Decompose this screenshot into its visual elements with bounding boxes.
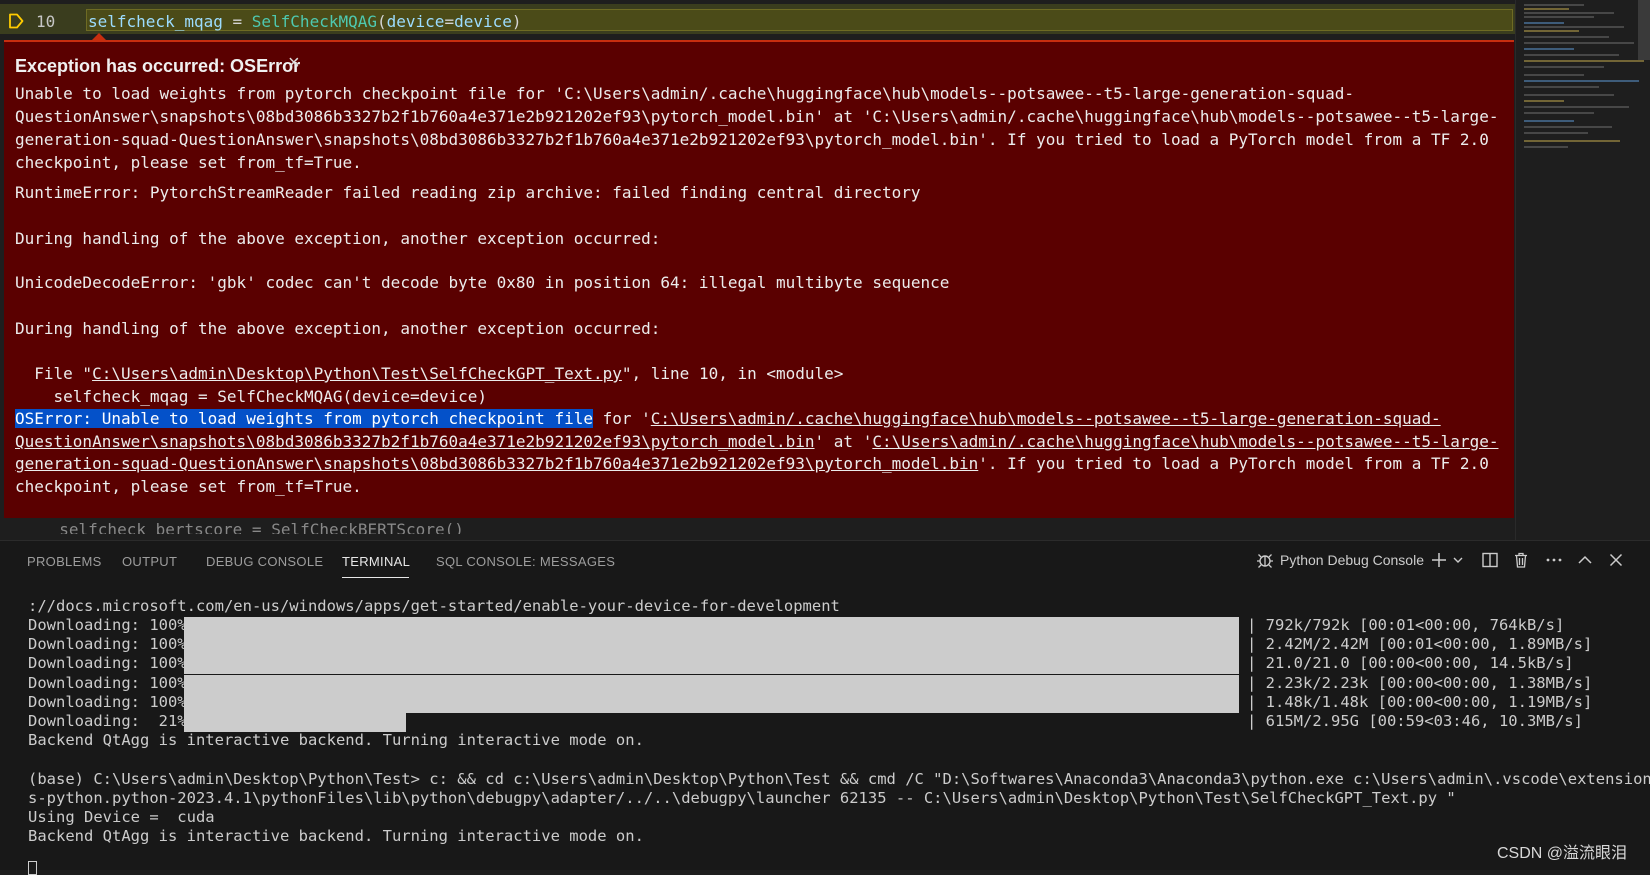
traceback-file-line: File "C:\Users\admin\Desktop\Python\Test…	[15, 364, 843, 383]
terminal-line: (base) C:\Users\admin\Desktop\Python\Tes…	[28, 770, 1650, 788]
ghost-code-line: selfcheck_bertscore = SelfCheckBERTScore…	[40, 520, 464, 534]
during-handling-line: During handling of the above exception, …	[15, 319, 661, 338]
download-stats: | 792k/792k [00:01<00:00, 764kB/s]	[1247, 616, 1565, 634]
download-stats: | 21.0/21.0 [00:00<00:00, 14.5kB/s]	[1247, 654, 1574, 673]
terminal-line: ://docs.microsoft.com/en-us/windows/apps…	[28, 597, 840, 615]
path-link[interactable]: QuestionAnswer\snapshots\08bd3086b3327b2…	[15, 432, 815, 451]
tab-debug-console[interactable]: DEBUG CONSOLE	[206, 554, 323, 569]
tab-problems[interactable]: PROBLEMS	[27, 554, 102, 569]
path-link[interactable]: C:\Users\admin/.cache\huggingface\hub\mo…	[651, 409, 1441, 428]
terminal-line: Backend QtAgg is interactive backend. Tu…	[28, 827, 644, 845]
code-eq: =	[222, 12, 252, 31]
exception-message-line: Unable to load weights from pytorch chec…	[15, 84, 1354, 103]
code-paren-close: )	[511, 12, 522, 31]
exception-message-line: checkpoint, please set from_tf=True.	[15, 153, 362, 172]
oserror-tail: '. If you tried to load a PyTorch model …	[978, 454, 1489, 473]
selected-text[interactable]: OSError: Unable to load weights from pyt…	[15, 409, 593, 428]
active-tab-indicator	[342, 577, 409, 578]
terminal-line: Backend QtAgg is interactive backend. Tu…	[28, 731, 644, 749]
debug-paused-arrow-icon	[9, 13, 24, 29]
file-suffix: ", line 10, in <module>	[621, 364, 844, 383]
editor[interactable]: 10 selfcheck_mqag = SelfCheckMQAG(device…	[0, 0, 1515, 540]
line-number: 10	[36, 12, 56, 31]
unicode-error-line: UnicodeDecodeError: 'gbk' codec can't de…	[15, 273, 950, 292]
download-progress-bar	[184, 674, 1239, 694]
oserror-at: ' at '	[814, 432, 873, 451]
path-link[interactable]: generation-squad-QuestionAnswer\snapshot…	[15, 454, 978, 473]
oserror-line: QuestionAnswer\snapshots\08bd3086b3327b2…	[15, 432, 1498, 451]
plus-icon[interactable]	[1430, 551, 1448, 569]
bottom-panel: PROBLEMS OUTPUT DEBUG CONSOLE TERMINAL S…	[0, 540, 1650, 875]
download-progress-bar	[184, 713, 406, 732]
code-text[interactable]: selfcheck_mqag = SelfCheckMQAG(device=de…	[88, 12, 522, 31]
download-stats: | 1.48k/1.48k [00:00<00:00, 1.19MB/s]	[1247, 692, 1593, 711]
oserror-line: generation-squad-QuestionAnswer\snapshot…	[15, 454, 1489, 473]
code-class: SelfCheckMQAG	[251, 12, 377, 31]
code-argval: device	[454, 12, 512, 31]
exception-title: Exception has occurred: OSError	[15, 56, 301, 76]
tab-terminal[interactable]: TERMINAL	[342, 554, 410, 569]
peek-pointer	[92, 33, 106, 40]
download-stats: | 2.42M/2.42M [00:01<00:00, 1.89MB/s]	[1247, 635, 1593, 654]
terminal-line: Using Device = cuda	[28, 808, 215, 826]
close-icon[interactable]: ×	[288, 52, 300, 75]
file-path-link[interactable]: C:\Users\admin\Desktop\Python\Test\SelfC…	[92, 364, 622, 383]
split-icon[interactable]	[1481, 551, 1499, 569]
path-link[interactable]: C:\Users\admin/.cache\huggingface\hub\mo…	[872, 432, 1498, 451]
terminal-line: s-python.python-2023.4.1\pythonFiles\lib…	[28, 789, 1456, 807]
file-prefix: File "	[15, 364, 93, 383]
trash-icon[interactable]	[1512, 551, 1530, 569]
download-stats: | 615M/2.95G [00:59<03:46, 10.3MB/s]	[1247, 712, 1583, 730]
download-progress-bar	[184, 655, 1239, 675]
terminal-selector[interactable]: Python Debug Console	[1280, 552, 1424, 568]
exception-widget: Exception has occurred: OSError × Unable…	[4, 40, 1514, 518]
minimap-scrollbar[interactable]	[1638, 0, 1650, 60]
code-eq2: =	[444, 12, 455, 31]
panel-tabs: PROBLEMS OUTPUT DEBUG CONSOLE TERMINAL S…	[0, 541, 1650, 581]
download-progress-bar	[184, 617, 1239, 636]
chevron-down-icon[interactable]	[1452, 551, 1464, 569]
exception-message-line: generation-squad-QuestionAnswer\snapshot…	[15, 130, 1489, 149]
debug-icon	[1257, 554, 1273, 568]
download-label: Downloading: 100%|	[28, 635, 196, 654]
chevron-up-icon[interactable]	[1576, 551, 1594, 569]
minimap[interactable]	[1515, 0, 1650, 540]
tab-output[interactable]: OUTPUT	[122, 554, 177, 569]
close-icon[interactable]	[1607, 551, 1625, 569]
download-label: Downloading: 100%|	[28, 654, 196, 673]
code-arg: device	[386, 12, 445, 31]
terminal-cursor	[28, 861, 37, 875]
download-label: Downloading: 100%|	[28, 616, 196, 634]
code-var: selfcheck_mqag	[88, 12, 223, 31]
ellipsis-icon[interactable]	[1545, 551, 1563, 569]
download-stats: | 2.23k/2.23k [00:00<00:00, 1.38MB/s]	[1247, 673, 1593, 692]
download-label: Downloading: 21%|	[28, 712, 196, 730]
download-progress-bar	[184, 636, 1239, 656]
download-label: Downloading: 100%|	[28, 692, 196, 711]
runtime-error-line: RuntimeError: PytorchStreamReader failed…	[15, 183, 921, 202]
download-label: Downloading: 100%|	[28, 673, 196, 692]
watermark: CSDN @溢流眼泪	[1497, 845, 1628, 862]
traceback-code-line: selfcheck_mqag = SelfCheckMQAG(device=de…	[15, 387, 488, 406]
during-handling-line: During handling of the above exception, …	[15, 229, 661, 248]
oserror-line: OSError: Unable to load weights from pyt…	[15, 409, 1441, 428]
exception-message-line: QuestionAnswer\snapshots\08bd3086b3327b2…	[15, 107, 1499, 126]
current-code-line[interactable]: 10 selfcheck_mqag = SelfCheckMQAG(device…	[0, 4, 1515, 34]
oserror-for: for '	[592, 409, 651, 428]
code-paren-open: (	[377, 12, 387, 31]
tab-sql-console-messages[interactable]: SQL CONSOLE: MESSAGES	[436, 554, 615, 569]
oserror-line: checkpoint, please set from_tf=True.	[15, 477, 362, 496]
download-progress-bar	[184, 693, 1239, 713]
